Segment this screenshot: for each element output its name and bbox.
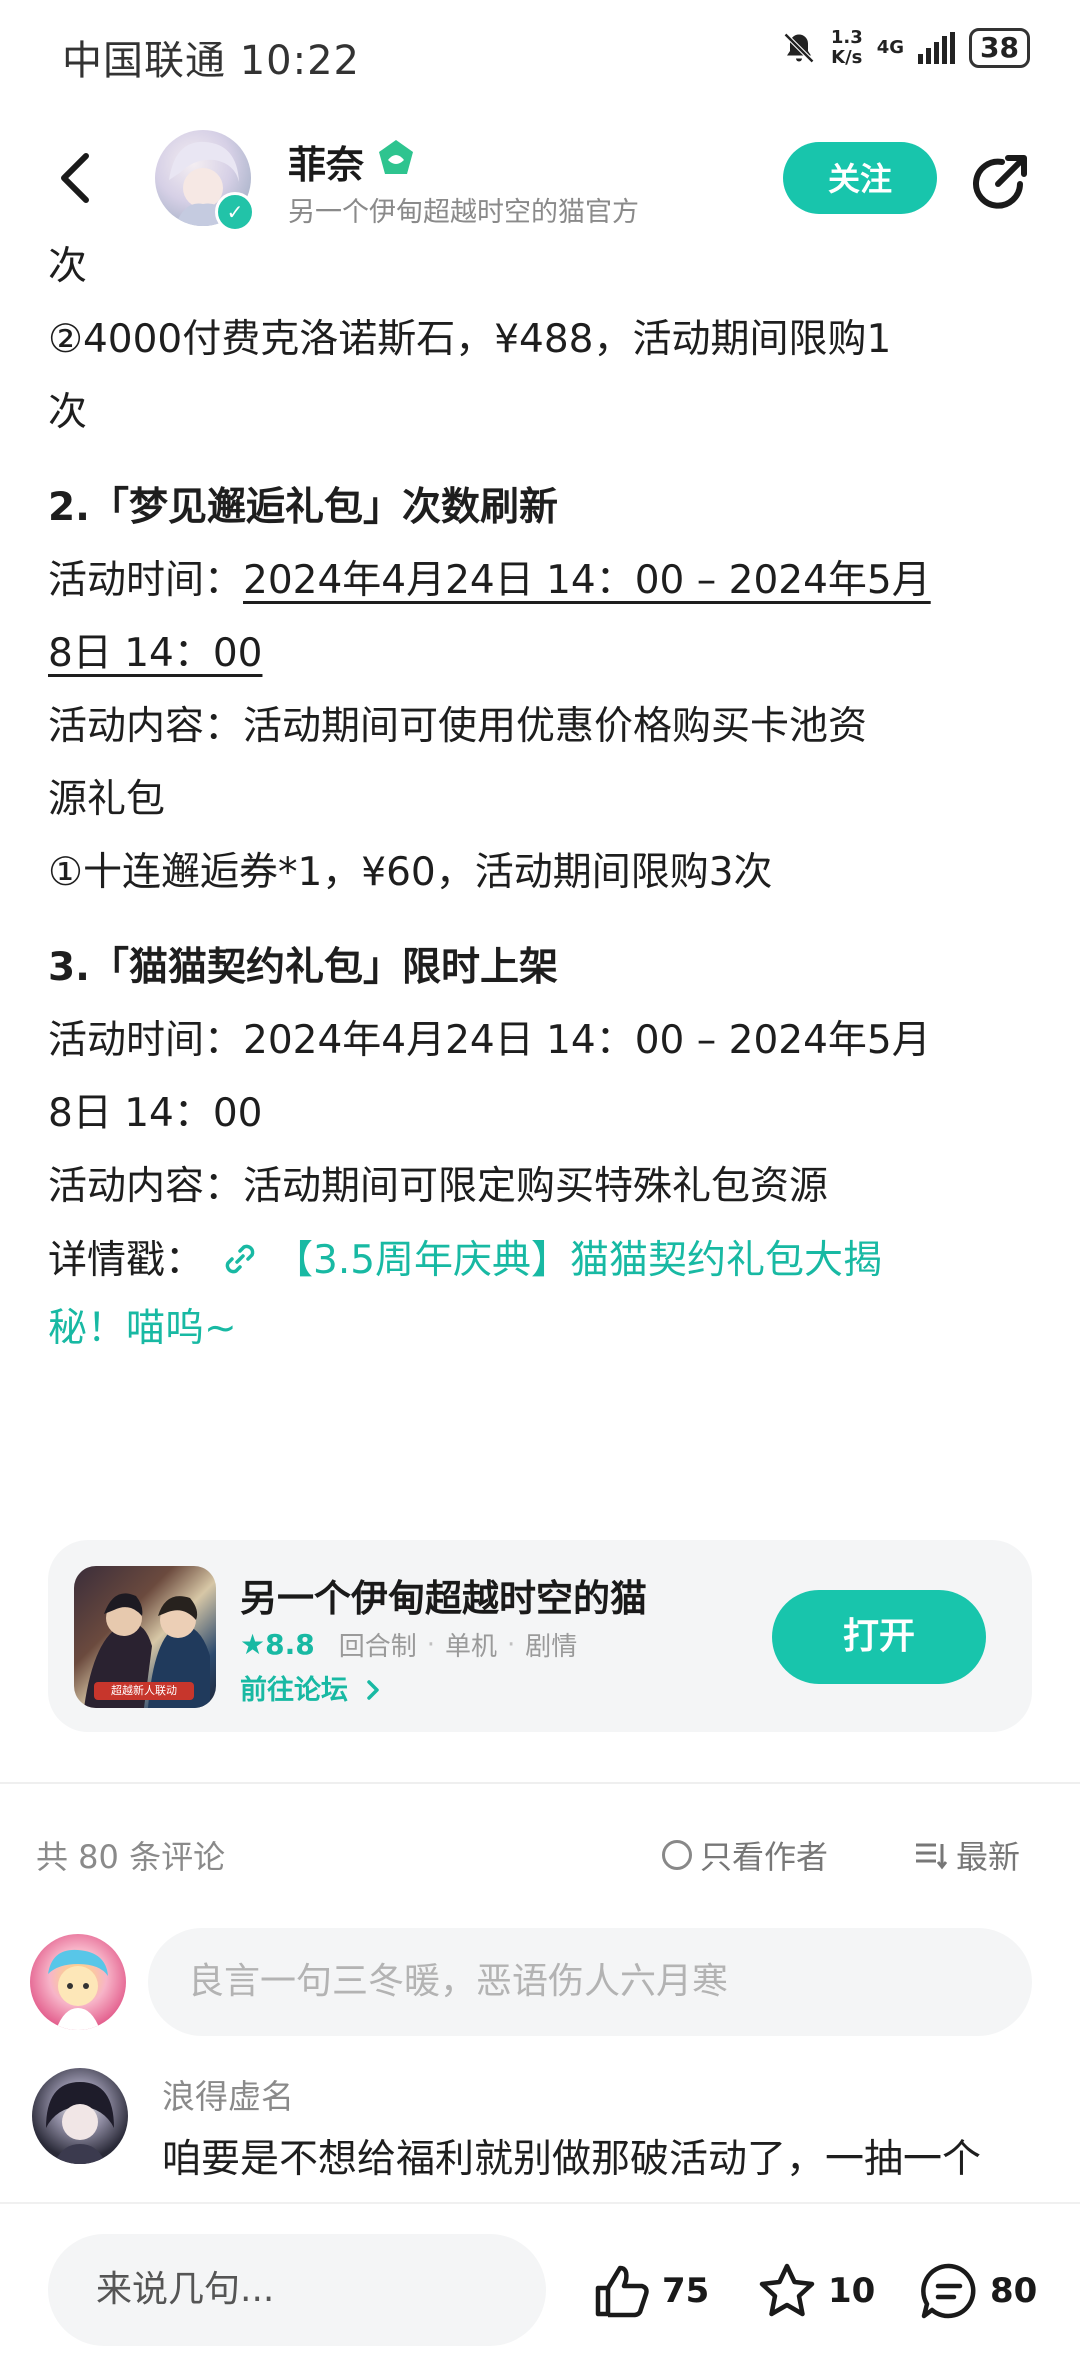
network-type: 4G [876, 37, 905, 58]
like-count: 75 [662, 2271, 710, 2311]
net-speed-unit: K/s [831, 47, 863, 68]
time-value: 2024年4月24日 14：00 – 2024年5月 [243, 558, 931, 603]
comment-bubble-icon [921, 2263, 976, 2319]
thumbs-up-icon [595, 2265, 649, 2318]
divider [0, 1782, 1080, 1784]
section-3-title: 3.「猫猫契约礼包」限时上架 [48, 945, 558, 990]
net-speed-value: 1.3 [830, 27, 863, 48]
article-body: 次 ②4000付费克洛诺斯石，¥488，活动期间限购1 次 2.「梦见邂逅礼包」… [48, 230, 1028, 1365]
game-rating: ★8.8 [240, 1628, 315, 1661]
separator-dot: · [426, 1629, 435, 1660]
section-2-title: 2.「梦见邂逅礼包」次数刷新 [48, 485, 558, 530]
commenter-avatar[interactable] [32, 2068, 128, 2164]
carrier-time: 中国联通 10:22 [62, 38, 360, 84]
section-2-time-cont: 8日 14：00 [48, 617, 1028, 690]
my-avatar[interactable] [30, 1934, 126, 2030]
mute-bell-icon [783, 32, 814, 64]
time-label: 活动时间： [48, 558, 244, 603]
comment-input[interactable]: 良言一句三冬暖，恶语伤人六月寒 [148, 1928, 1032, 2036]
game-tag: 剧情 [525, 1632, 578, 1662]
sort-toggle[interactable]: 最新 [914, 1832, 1020, 1878]
separator-dot: · [507, 1629, 516, 1660]
article-line: ②4000付费克洛诺斯石，¥488，活动期间限购1 [48, 317, 892, 362]
forum-link[interactable]: 前往论坛 [240, 1668, 383, 1707]
net-speed: 1.3 K/s [831, 28, 863, 68]
open-game-button[interactable]: 打开 [772, 1590, 986, 1684]
article-line: 次 [48, 244, 88, 289]
comment-button[interactable]: 80 [918, 2260, 1037, 2322]
detail-label: 详情戳： [48, 1238, 205, 1283]
author-name[interactable]: 菲奈 [288, 134, 364, 189]
like-button[interactable]: 75 [590, 2260, 709, 2322]
radio-icon[interactable] [662, 1840, 692, 1870]
section-3-time: 活动时间：2024年4月24日 14：00 – 2024年5月 [48, 1018, 931, 1063]
back-arrow-icon[interactable] [52, 148, 102, 208]
game-cover-image[interactable]: 超越新人联动 [74, 1566, 216, 1708]
commenter-name[interactable]: 浪得虚名 [162, 2070, 294, 2118]
forum-link-label: 前往论坛 [240, 1675, 348, 1706]
time-value: 8日 14：00 [48, 631, 263, 676]
comment-count: 共 80 条评论 [36, 1838, 226, 1876]
comment-count-bottom: 80 [990, 2271, 1038, 2311]
author-only-label: 只看作者 [700, 1838, 829, 1876]
section-3-time-cont: 8日 14：00 [48, 1091, 263, 1136]
article-line: 次 [48, 390, 88, 435]
favorite-button[interactable]: 10 [756, 2260, 875, 2322]
game-tag: 单机 [444, 1632, 497, 1662]
game-cover-tag: 超越新人联动 [94, 1682, 194, 1700]
status-bar: 中国联通 10:22 1.3 K/s 4G 38 [0, 0, 1080, 110]
section-2-item: ①十连邂逅券*1，¥60，活动期间限购3次 [48, 850, 773, 895]
official-badge-icon [379, 140, 413, 174]
detail-link[interactable]: 【3.5周年庆典】猫猫契约礼包大揭 [274, 1238, 882, 1283]
battery-indicator: 38 [969, 28, 1030, 68]
section-2-content: 活动内容：活动期间可使用优惠价格购买卡池资 [48, 704, 868, 749]
verified-badge-icon: ✓ [215, 192, 255, 232]
sort-label: 最新 [956, 1838, 1021, 1876]
sort-icon [916, 1843, 948, 1870]
author-only-toggle[interactable]: 只看作者 [662, 1832, 828, 1878]
section-2-time: 活动时间：2024年4月24日 14：00 – 2024年5月 [48, 544, 1028, 617]
comment-text: 咱要是不想给福利就别做那破活动了，一抽一个 [162, 2137, 982, 2182]
share-icon[interactable] [968, 150, 1032, 214]
chevron-right-icon [367, 1680, 380, 1700]
reply-input[interactable]: 来说几句... [48, 2234, 546, 2346]
game-card[interactable]: 超越新人联动 另一个伊甸超越时空的猫 ★8.8 回合制 · 单机 · 剧情 前往… [48, 1540, 1032, 1732]
post-header: ✓ 菲奈 另一个伊甸超越时空的猫官方 关注 [0, 110, 1080, 238]
link-icon[interactable] [220, 1239, 260, 1279]
signal-icon [918, 32, 956, 64]
author-subtitle: 另一个伊甸超越时空的猫官方 [288, 197, 639, 228]
game-tag: 回合制 [338, 1632, 417, 1662]
comment-text-cont: … [162, 2188, 1042, 2202]
status-icons: 1.3 K/s 4G 38 [781, 28, 1030, 68]
section-2-content-cont: 源礼包 [48, 777, 166, 822]
bottom-action-bar: 来说几句... 75 10 80 [0, 2202, 1080, 2377]
star-icon [759, 2263, 815, 2317]
follow-button[interactable]: 关注 [783, 142, 937, 214]
favorite-count: 10 [828, 2271, 876, 2311]
game-meta: ★8.8 回合制 · 单机 · 剧情 [240, 1626, 577, 1663]
game-title[interactable]: 另一个伊甸超越时空的猫 [240, 1568, 647, 1622]
